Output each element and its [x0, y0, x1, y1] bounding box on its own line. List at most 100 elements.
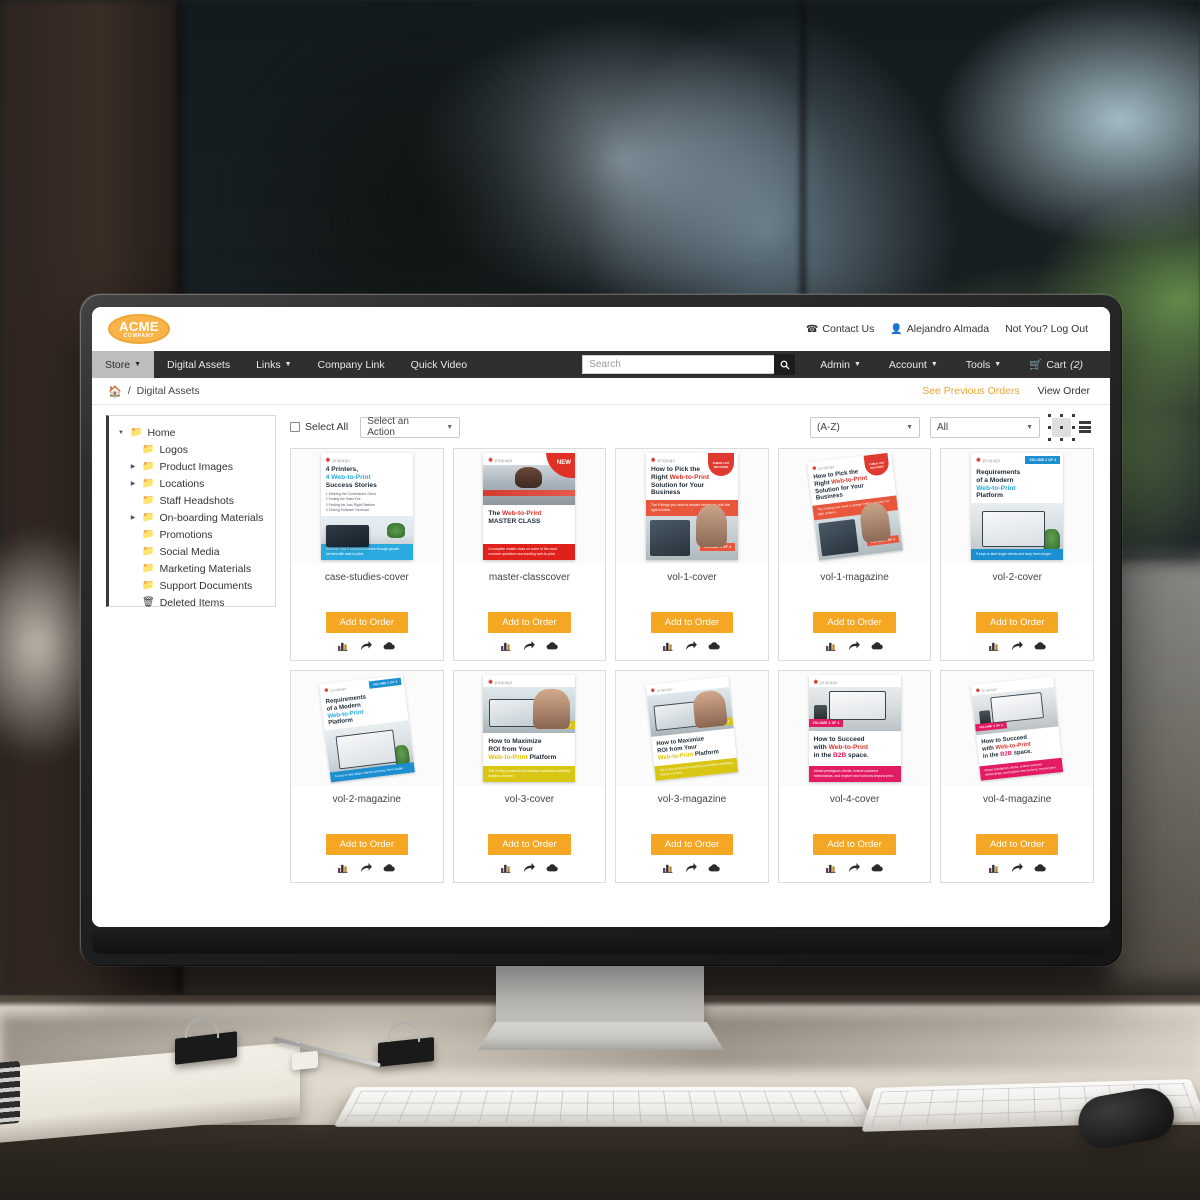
asset-card[interactable]: ◉ propago How to Pick the Right Web-to-P…	[777, 448, 932, 661]
sidebar-item-product-images[interactable]: ▶ 📁 Product Images	[115, 458, 269, 475]
asset-thumbnail[interactable]: ◉ propago VOLUME 2 OF 4 Requirements of …	[941, 449, 1093, 564]
nav-item-digital-assets[interactable]: Digital Assets	[154, 351, 243, 378]
list-view-button[interactable]	[1075, 418, 1094, 437]
add-to-order-button[interactable]: Add to Order	[325, 834, 408, 855]
add-to-order-button[interactable]: Add to Order	[813, 834, 896, 855]
nav-item-tools[interactable]: Tools ▼	[953, 359, 1014, 371]
sidebar-item-home[interactable]: ▼ 📁 Home	[115, 424, 269, 441]
sidebar-item-logos[interactable]: 📁 Logos	[115, 441, 269, 458]
asset-thumbnail[interactable]: ◉ propago The Web-to-Print MASTER CLASS	[453, 449, 606, 564]
chart-bar-icon[interactable]	[500, 863, 512, 873]
asset-card[interactable]: ◉ propago How to Pick the Right Web-to-P…	[615, 448, 769, 661]
asset-thumbnail[interactable]: ◉ propago 4 Printers, 4 Web-to-Print Suc…	[291, 449, 443, 564]
cloud-download-icon[interactable]	[546, 641, 558, 651]
nav-item-links[interactable]: Links ▼	[243, 351, 304, 378]
asset-card[interactable]: ◉ propago VOLUME 3 OF 4 How to Maximize	[452, 670, 607, 883]
asset-card[interactable]: ◉ propago VOLUME 3 OF 4 How to Maximize	[615, 670, 769, 883]
add-to-order-button[interactable]: Add to Order	[813, 612, 896, 633]
asset-card[interactable]: ◉ propago The Web-to-Print MASTER CLASS	[452, 448, 607, 661]
asset-thumbnail[interactable]: ◉ propago VOLUME 3 OF 4 How to Maximize	[616, 671, 768, 786]
share-arrow-icon[interactable]	[523, 641, 535, 651]
grid-view-button[interactable]	[1048, 413, 1075, 441]
share-arrow-icon[interactable]	[848, 863, 860, 873]
share-arrow-icon[interactable]	[1011, 641, 1023, 651]
asset-card[interactable]: ◉ propago 4 Printers, 4 Web-to-Print Suc…	[290, 448, 444, 661]
nav-item-store[interactable]: Store ▼	[92, 351, 155, 378]
nav-item-quick-video[interactable]: Quick Video	[398, 351, 480, 378]
filter-select[interactable]: All ▼	[930, 416, 1040, 438]
chart-bar-icon[interactable]	[338, 641, 349, 651]
cloud-download-icon[interactable]	[383, 863, 396, 873]
chevron-right-icon[interactable]: ▶	[129, 514, 137, 521]
sort-select[interactable]: (A-Z) ▼	[810, 416, 920, 438]
add-to-order-button[interactable]: Add to Order	[976, 834, 1059, 855]
add-to-order-button[interactable]: Add to Order	[488, 834, 571, 855]
sidebar-item-social-media[interactable]: 📁 Social Media	[115, 543, 269, 560]
sidebar-item-promotions[interactable]: 📁 Promotions	[115, 526, 269, 543]
sidebar-item-support-documents[interactable]: 📁 Support Documents	[115, 577, 269, 594]
see-previous-orders-link[interactable]: See Previous Orders	[922, 385, 1019, 397]
add-to-order-button[interactable]: Add to Order	[650, 834, 734, 855]
action-select[interactable]: Select an Action ▼	[360, 416, 461, 438]
cart-button[interactable]: 🛒 Cart (2)	[1016, 358, 1096, 372]
asset-card[interactable]: ◉ propago VOLUME 4 OF 4 How to Succeed w…	[940, 670, 1094, 883]
search-button[interactable]	[774, 354, 796, 375]
add-to-order-button[interactable]: Add to Order	[488, 612, 571, 633]
add-to-order-button[interactable]: Add to Order	[976, 612, 1059, 633]
asset-thumbnail[interactable]: ◉ propago VOLUME 4 OF 4 How to Succeed w…	[941, 671, 1093, 786]
chart-bar-icon[interactable]	[663, 863, 674, 873]
chart-bar-icon[interactable]	[826, 641, 837, 651]
cloud-download-icon[interactable]	[708, 641, 721, 651]
asset-thumbnail[interactable]: ◉ propago VOLUME 2 OF 4 Requirements of …	[291, 671, 443, 786]
asset-card[interactable]: ◉ propago VOLUME 2 OF 4 Requirements of …	[290, 670, 444, 883]
chart-bar-icon[interactable]	[338, 863, 349, 873]
sidebar-item-staff-headshots[interactable]: 📁 Staff Headshots	[115, 492, 269, 509]
share-arrow-icon[interactable]	[848, 641, 860, 651]
search-input[interactable]	[582, 355, 775, 374]
view-order-link[interactable]: View Order	[1038, 385, 1090, 397]
asset-card[interactable]: ◉ propago VOLUME 4 OF 4 How to Succeed w…	[777, 670, 932, 883]
cloud-download-icon[interactable]	[1034, 863, 1046, 873]
share-arrow-icon[interactable]	[360, 641, 373, 651]
select-all-control[interactable]: Select All	[290, 421, 348, 433]
cloud-download-icon[interactable]	[546, 863, 558, 873]
chevron-right-icon[interactable]: ▶	[129, 463, 137, 470]
cloud-download-icon[interactable]	[871, 641, 883, 651]
cloud-download-icon[interactable]	[383, 641, 396, 651]
logout-link[interactable]: Not You? Log Out	[1005, 323, 1088, 335]
select-all-checkbox[interactable]	[290, 422, 300, 432]
sidebar-item-marketing-materials[interactable]: 📁 Marketing Materials	[115, 560, 269, 577]
asset-card[interactable]: ◉ propago VOLUME 2 OF 4 Requirements of …	[940, 448, 1094, 661]
account-user[interactable]: 👤 Alejandro Almada	[890, 323, 989, 335]
sidebar-item-deleted-items[interactable]: 🗑 Deleted Items	[115, 594, 269, 611]
cloud-download-icon[interactable]	[1034, 641, 1046, 651]
nav-item-admin[interactable]: Admin ▼	[807, 359, 874, 371]
chart-bar-icon[interactable]	[663, 641, 674, 651]
add-to-order-button[interactable]: Add to Order	[650, 612, 734, 633]
asset-thumbnail[interactable]: ◉ propago VOLUME 4 OF 4 How to Succeed w…	[778, 671, 931, 786]
add-to-order-button[interactable]: Add to Order	[325, 612, 408, 633]
chart-bar-icon[interactable]	[988, 641, 1000, 651]
share-arrow-icon[interactable]	[1011, 863, 1023, 873]
share-arrow-icon[interactable]	[360, 863, 373, 873]
asset-thumbnail[interactable]: ◉ propago How to Pick the Right Web-to-P…	[778, 449, 931, 564]
cloud-download-icon[interactable]	[708, 863, 721, 873]
chevron-down-icon[interactable]: ▼	[117, 430, 125, 436]
sidebar-item-locations[interactable]: ▶ 📁 Locations	[115, 475, 269, 492]
share-arrow-icon[interactable]	[685, 641, 698, 651]
nav-item-account[interactable]: Account ▼	[876, 359, 951, 371]
contact-us-link[interactable]: ☎ Contact Us	[806, 323, 874, 335]
asset-thumbnail[interactable]: ◉ propago VOLUME 3 OF 4 How to Maximize	[453, 671, 606, 786]
chart-bar-icon[interactable]	[988, 863, 1000, 873]
cloud-download-icon[interactable]	[871, 863, 883, 873]
chevron-right-icon[interactable]: ▶	[129, 480, 137, 487]
asset-thumbnail[interactable]: ◉ propago How to Pick the Right Web-to-P…	[616, 449, 768, 564]
share-arrow-icon[interactable]	[523, 863, 535, 873]
share-arrow-icon[interactable]	[685, 863, 698, 873]
acme-logo[interactable]: ACME COMPANY	[108, 314, 170, 344]
home-icon[interactable]: 🏠	[108, 385, 122, 398]
chart-bar-icon[interactable]	[500, 641, 512, 651]
nav-item-company-link[interactable]: Company Link	[305, 351, 398, 378]
chart-bar-icon[interactable]	[826, 863, 837, 873]
sidebar-item-on-boarding-materials[interactable]: ▶ 📁 On-boarding Materials	[115, 509, 269, 526]
